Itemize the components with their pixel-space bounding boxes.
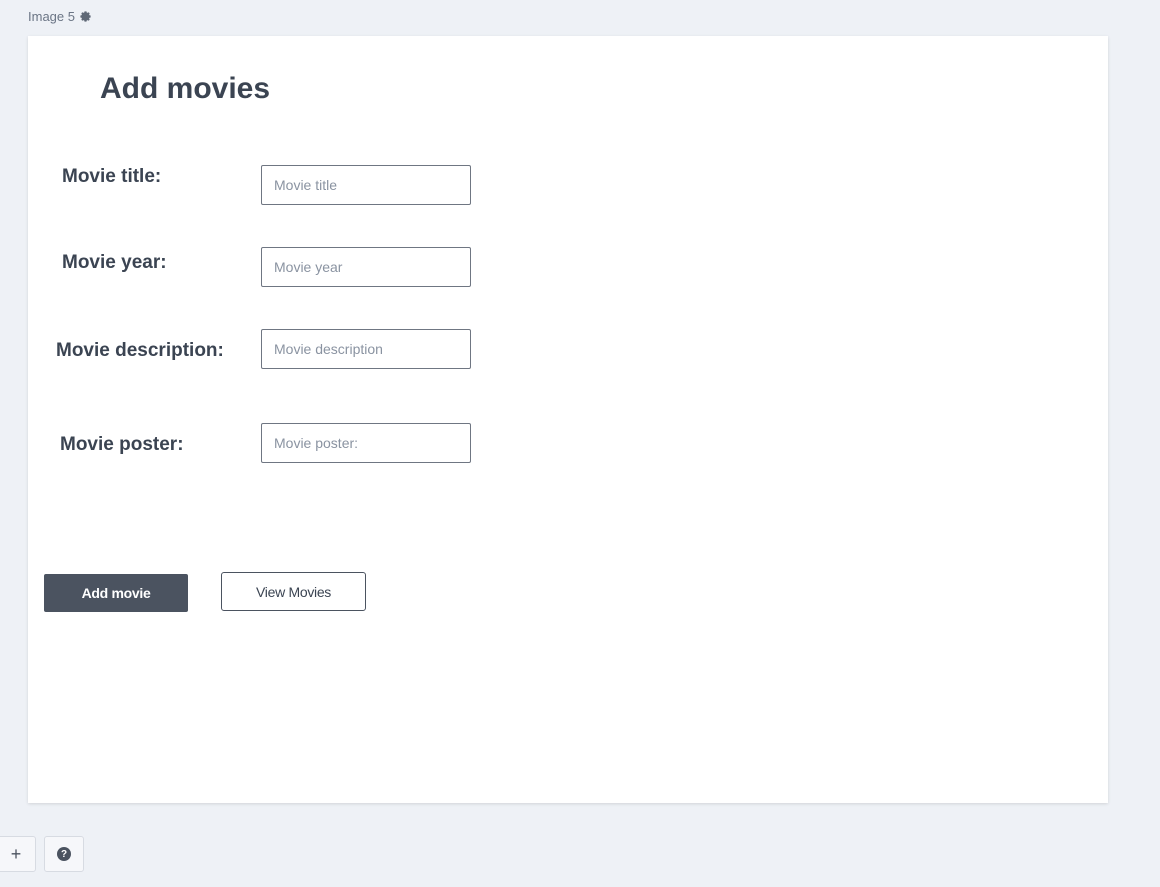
page-label-text: Image 5 [28,9,75,24]
page-label: Image 5 [28,9,92,24]
page-title: Add movies [100,72,271,105]
movie-poster-label: Movie poster: [60,434,184,455]
add-movie-button[interactable]: Add movie [44,574,188,612]
gear-icon[interactable] [79,10,92,23]
movie-title-input[interactable] [261,165,471,205]
movie-poster-input[interactable] [261,423,471,463]
movie-year-label: Movie year: [62,252,167,273]
movie-description-input[interactable] [261,329,471,369]
add-page-button[interactable]: + [0,836,36,872]
plus-icon: + [10,843,22,864]
movie-year-input[interactable] [261,247,471,287]
view-movies-button[interactable]: View Movies [221,572,366,611]
form-canvas: Add movies Movie title: Movie year: Movi… [28,36,1108,803]
help-button[interactable]: ? [44,836,84,872]
bottom-toolbar: + ? [0,836,84,872]
movie-description-label: Movie description: [56,340,224,361]
movie-title-label: Movie title: [62,166,162,187]
question-icon: ? [57,847,71,861]
